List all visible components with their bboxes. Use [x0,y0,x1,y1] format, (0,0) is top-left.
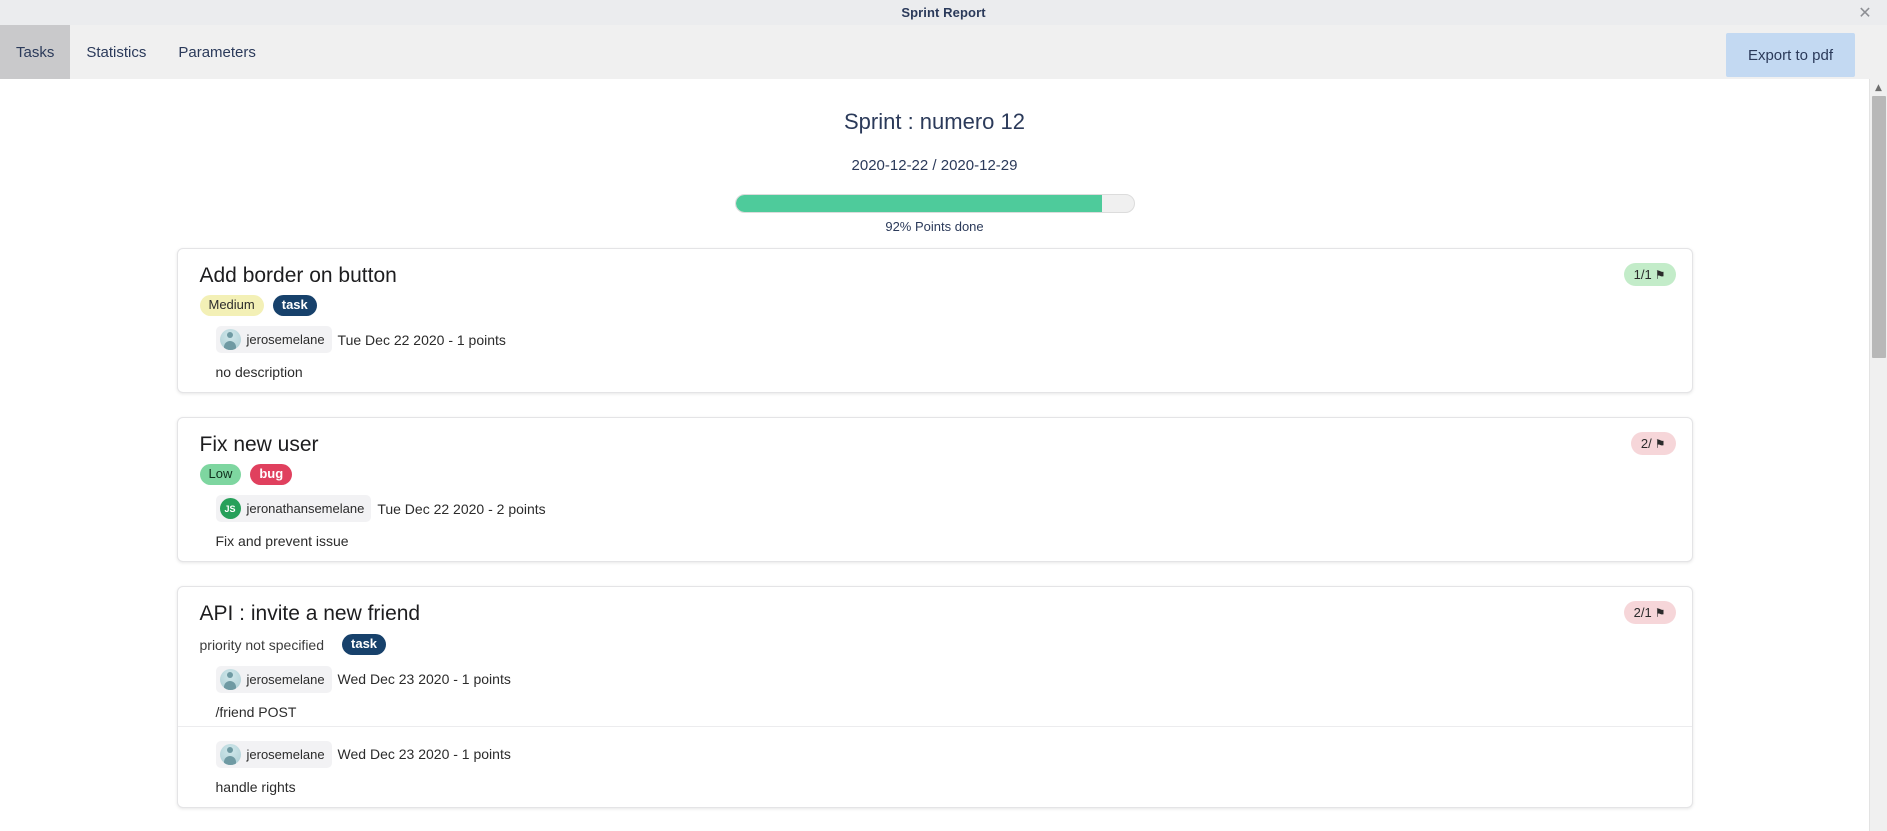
task-count-badge: 1/1 ⚑ [1623,263,1676,286]
task-card[interactable]: 2/⚑ Fix new user Low bug JS jeronathansemelan… [176,417,1693,563]
type-badge: task [272,295,317,317]
page-title: Sprint : numero 12 [844,109,1025,134]
chevron-up-icon[interactable]: ▲ [1870,79,1887,96]
sprint-progress: 92% Points done [734,194,1135,234]
tab-bar: Tasks Statistics Parameters [0,25,272,79]
task-card[interactable]: 1/1 ⚑ Add border on button Medium task jerose… [176,248,1693,394]
user-name: jerosemelane [246,332,325,348]
report-scroll-region: Sprint : numero 12 2020-12-22 / 2020-12-… [0,79,1887,831]
flag-icon: ⚑ [1654,267,1666,282]
avatar: JS [219,498,241,520]
task-entry: jerosemelane Wed Dec 23 2020 - 1 points/f… [178,656,1692,726]
vertical-scrollbar[interactable]: ▲ [1869,79,1887,831]
user-name: jeronathansemelane [246,501,365,517]
sprint-date-range: 2020-12-22 / 2020-12-29 [851,157,1018,174]
task-count-label: 2/1 [1633,605,1652,621]
priority-badge: priority not specified [199,636,325,653]
task-entry: jerosemelane Tue Dec 22 2020 - 1 points no… [178,316,1692,386]
task-badges: priority not specified task [200,634,1670,656]
export-to-pdf-label: Export to pdf [1747,46,1833,64]
task-entry-meta: jerosemelane Wed Dec 23 2020 - 1 points [200,665,1670,693]
task-title: Add border on button [199,264,397,287]
task-entry-meta: JS jeronathansemelane Tue Dec 22 2020 - 2 … [200,495,1670,523]
priority-badge: Medium [199,295,264,317]
task-count-badge: 2/1 ⚑ [1623,601,1676,625]
user-name: jerosemelane [246,671,325,687]
flag-icon: ⚑ [1654,436,1666,451]
task-title: Fix new user [199,433,319,457]
type-badge: bug [250,464,293,486]
task-entry-description: handle rights [215,778,296,795]
flag-icon: ⚑ [1654,605,1666,620]
user-chip[interactable]: JS jeronathansemelane [215,495,372,523]
user-chip[interactable]: jerosemelane [215,665,332,693]
task-count-badge: 2/⚑ [1630,432,1676,456]
user-chip[interactable]: jerosemelane [215,326,332,354]
task-entry-meta: jerosemelane Tue Dec 22 2020 - 1 points [200,326,1670,354]
user-name: jerosemelane [246,746,325,762]
report-content: Sprint : numero 12 2020-12-22 / 2020-12-… [0,79,1869,831]
task-entry-meta: jerosemelane Wed Dec 23 2020 - 1 points [200,740,1670,768]
task-count-label: 1/1 [1633,267,1652,282]
task-entry: JS jeronathansemelane Tue Dec 22 2020 - 2 … [178,485,1692,555]
task-count-label: 2/ [1640,436,1652,452]
priority-badge: Low [199,464,242,486]
task-card-list: 1/1 ⚑ Add border on button Medium task jerose… [0,248,1869,831]
scrollbar-thumb[interactable] [1872,96,1886,358]
user-chip[interactable]: jerosemelane [215,740,332,768]
progress-label: 92% Points done [885,219,984,234]
task-entry-date: Tue Dec 22 2020 - 2 points [377,500,546,517]
window-title: Sprint Report [901,5,986,20]
task-badges: Medium task [199,295,1670,317]
task-entry: jerosemelane Wed Dec 23 2020 - 1 points ha… [177,725,1692,801]
task-entry-description: no description [215,364,303,381]
app-toolbar: Tasks Statistics Parameters Export to pd… [0,25,1887,79]
task-card[interactable]: 2/1 ⚑ API : invite a new friend priority no… [176,586,1693,808]
tab-parameters[interactable]: Parameters [162,25,272,79]
tab-parameters-label: Parameters [178,43,256,61]
tab-statistics[interactable]: Statistics [70,25,162,79]
task-entry-date: Wed Dec 23 2020 - 1 points [337,671,511,688]
task-card-header: API : invite a new friend priority not sp… [178,601,1692,656]
avatar [219,743,241,765]
progress-fill [735,195,1102,212]
task-card-header: Fix new user Low bug [178,432,1692,486]
task-entry-date: Tue Dec 22 2020 - 1 points [337,331,506,348]
task-entry-description: Fix and prevent issue [215,533,349,550]
avatar [219,329,241,351]
avatar [219,668,241,690]
window-titlebar: Sprint Report ✕ [0,0,1887,25]
tab-tasks[interactable]: Tasks [0,25,71,79]
task-entry-description: /friend POST [215,703,297,720]
export-to-pdf-button[interactable]: Export to pdf [1725,33,1855,77]
tab-statistics-label: Statistics [86,43,147,61]
task-title: API : invite a new friend [199,602,421,626]
tab-tasks-label: Tasks [16,43,55,61]
close-icon[interactable]: ✕ [1857,4,1873,21]
task-entry-date: Wed Dec 23 2020 - 1 points [337,746,511,763]
progress-track [734,194,1135,213]
type-badge: task [342,634,387,656]
task-badges: Low bug [199,464,1670,486]
task-card-header: Add border on button Medium task [178,263,1692,317]
